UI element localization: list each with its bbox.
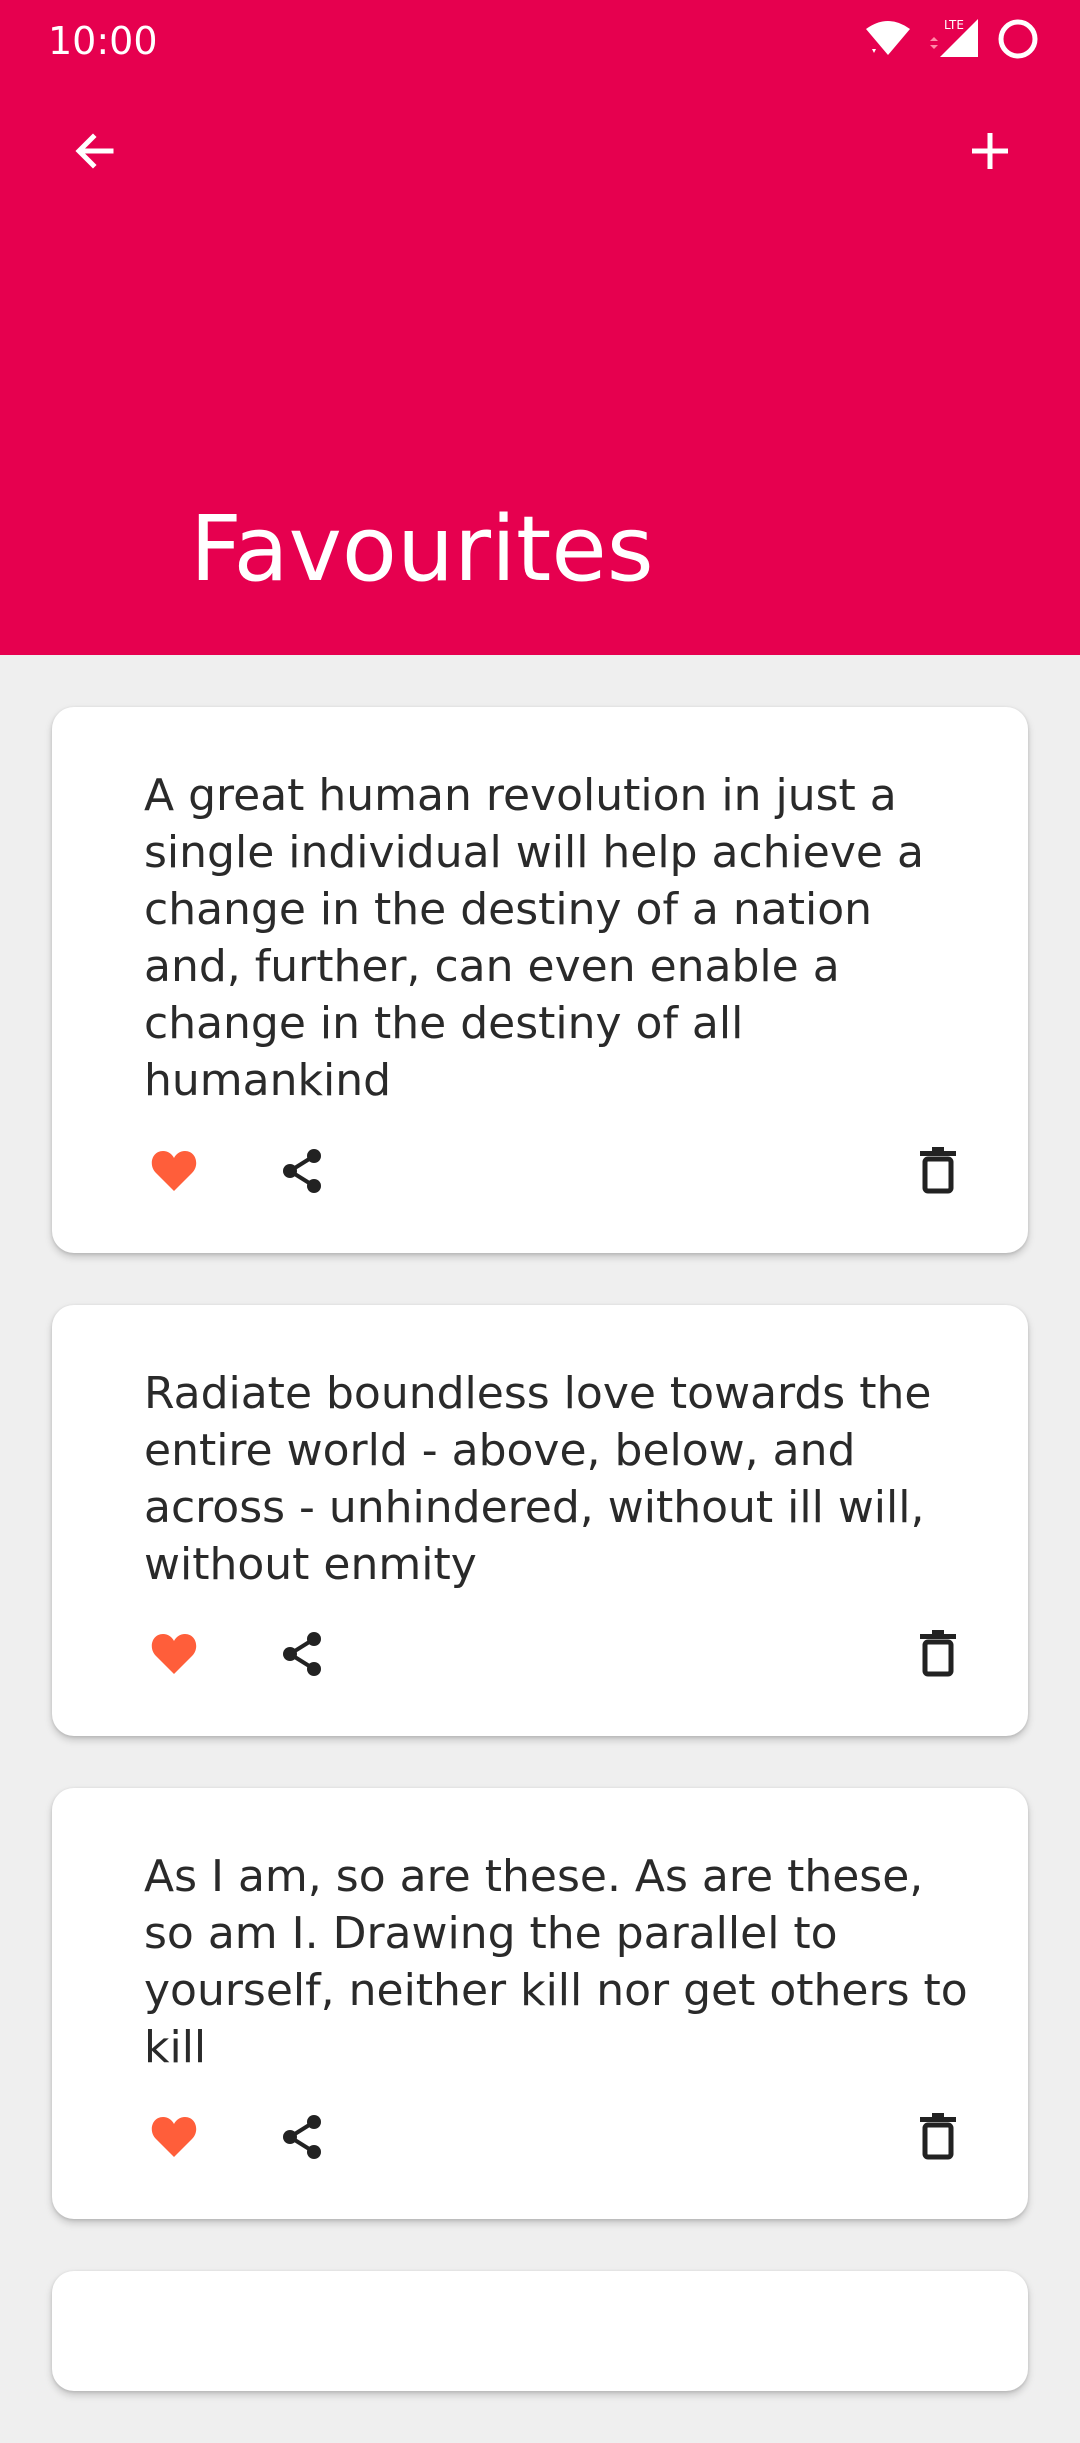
heart-icon bbox=[150, 1149, 198, 1197]
signal-icon: LTE bbox=[926, 17, 982, 65]
card-actions bbox=[144, 2109, 968, 2169]
status-time: 10:00 bbox=[48, 19, 158, 63]
trash-icon bbox=[918, 1630, 958, 1682]
quote-text: A great human revolution in just a singl… bbox=[144, 770, 924, 1106]
delete-button[interactable] bbox=[908, 2109, 968, 2169]
delete-button[interactable] bbox=[908, 1143, 968, 1203]
battery-circle-icon bbox=[996, 17, 1040, 65]
page-title: Favourites bbox=[190, 497, 654, 602]
quote-card-partial bbox=[52, 2271, 1028, 2391]
quote-text: Radiate boundless love towards the entir… bbox=[144, 1368, 932, 1590]
favorite-button[interactable] bbox=[144, 1143, 204, 1203]
share-icon bbox=[278, 1630, 326, 1682]
favorite-button[interactable] bbox=[144, 1626, 204, 1686]
wifi-icon bbox=[864, 19, 912, 63]
card-actions bbox=[144, 1626, 968, 1686]
card-actions bbox=[144, 1143, 968, 1203]
app-bar: 10:00 LTE Favourites bbox=[0, 0, 1080, 655]
heart-icon bbox=[150, 2115, 198, 2163]
back-button[interactable] bbox=[45, 103, 145, 203]
plus-icon bbox=[968, 129, 1012, 177]
delete-button[interactable] bbox=[908, 1626, 968, 1686]
share-button[interactable] bbox=[272, 1626, 332, 1686]
arrow-back-icon bbox=[71, 127, 119, 179]
quote-card: Radiate boundless love towards the entir… bbox=[52, 1305, 1028, 1736]
quote-card: A great human revolution in just a singl… bbox=[52, 707, 1028, 1253]
quote-text: As I am, so are these. As are these, so … bbox=[144, 1851, 968, 2073]
favourites-list: A great human revolution in just a singl… bbox=[52, 707, 1028, 2443]
share-icon bbox=[278, 1147, 326, 1199]
network-label: LTE bbox=[944, 18, 964, 32]
heart-icon bbox=[150, 1632, 198, 1680]
trash-icon bbox=[918, 1147, 958, 1199]
favorite-button[interactable] bbox=[144, 2109, 204, 2169]
quote-card: As I am, so are these. As are these, so … bbox=[52, 1788, 1028, 2219]
share-icon bbox=[278, 2113, 326, 2165]
share-button[interactable] bbox=[272, 2109, 332, 2169]
share-button[interactable] bbox=[272, 1143, 332, 1203]
add-button[interactable] bbox=[940, 103, 1040, 203]
status-icons: LTE bbox=[864, 14, 1040, 68]
trash-icon bbox=[918, 2113, 958, 2165]
